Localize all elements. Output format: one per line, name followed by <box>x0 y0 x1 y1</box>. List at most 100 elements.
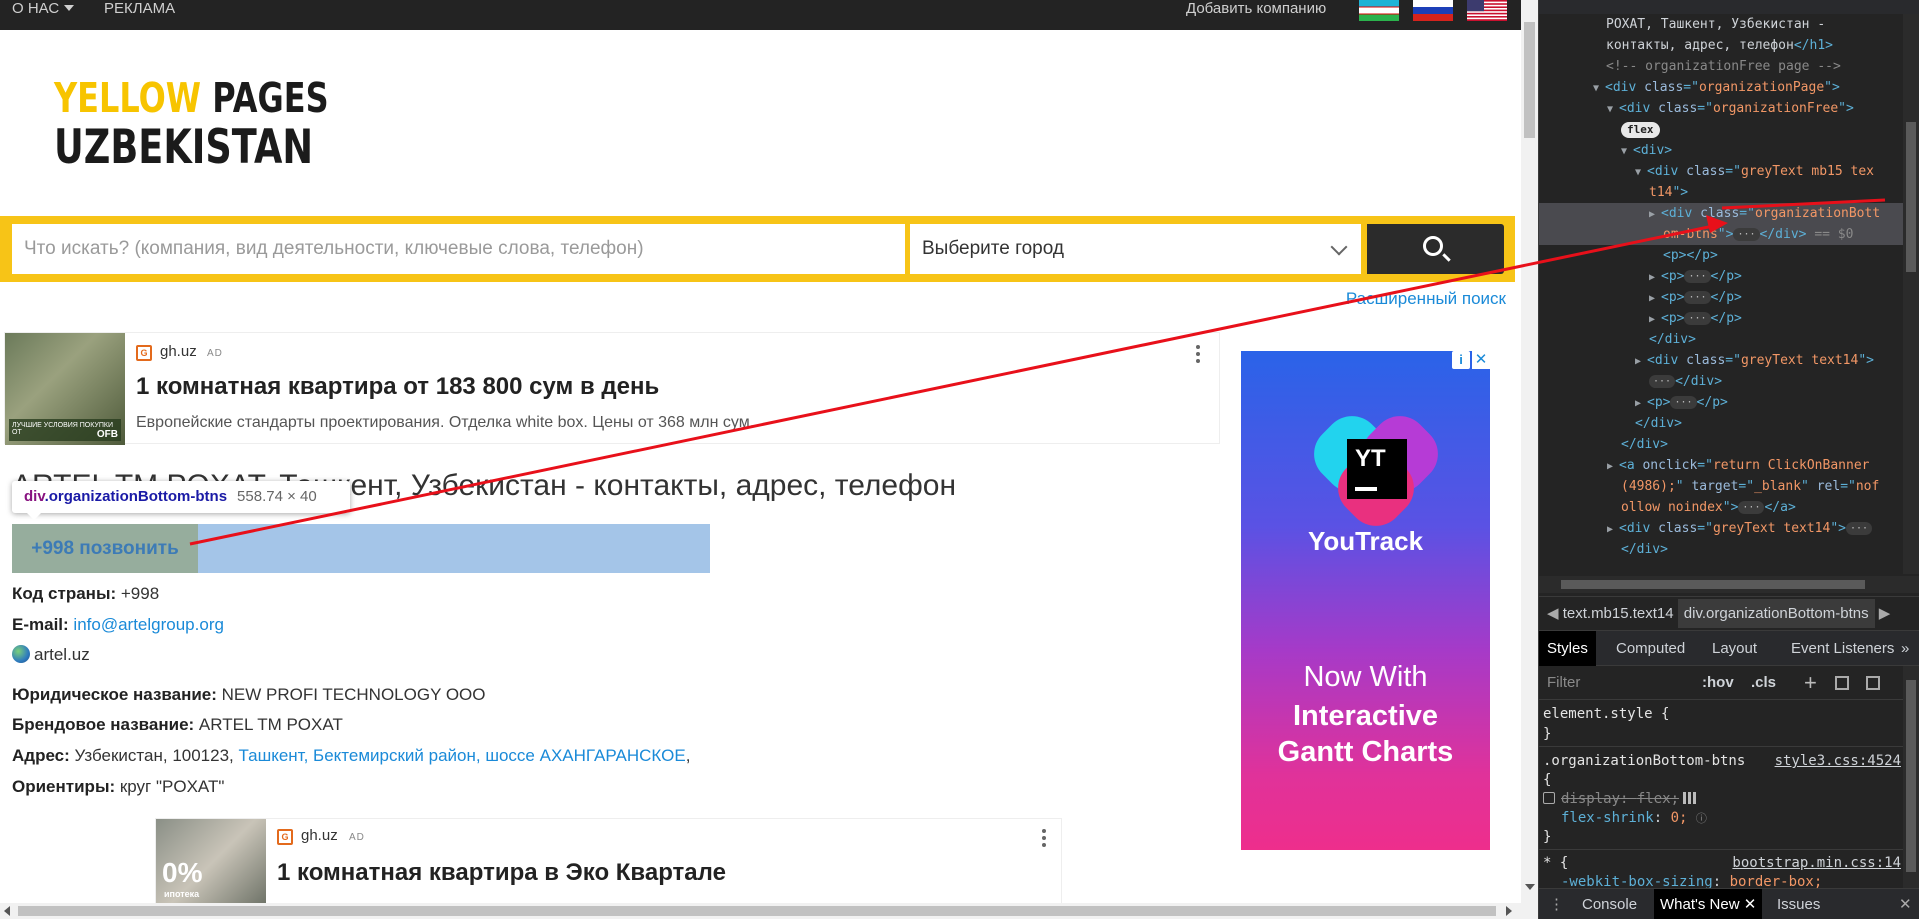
tab-computed[interactable]: Computed <box>1616 631 1685 667</box>
ad-menu-icon[interactable] <box>1196 345 1200 366</box>
site-logo[interactable]: YELLOW PAGES UZBEKISTAN <box>54 78 406 175</box>
close-icon[interactable]: ✕ <box>1744 896 1757 913</box>
drawer-tab-console[interactable]: Console <box>1582 889 1637 919</box>
nav-ads-link[interactable]: РЕКЛАМА <box>104 0 175 18</box>
city-select[interactable]: Выберите город <box>910 224 1361 274</box>
rule-selector: * { <box>1543 855 1569 871</box>
ad-domain: gh.uz <box>160 343 197 360</box>
tabs-overflow-icon[interactable]: » <box>1901 631 1909 667</box>
scroll-down-arrow-icon[interactable] <box>1525 884 1535 890</box>
hover-state-toggle[interactable]: :hov <box>1702 666 1734 700</box>
russia-flag-icon[interactable] <box>1413 0 1453 21</box>
country-code-row: Код страны: +998 <box>12 584 159 604</box>
advanced-search-link[interactable]: Расширенный поиск <box>1346 289 1506 309</box>
breadcrumb-right-arrow-icon[interactable]: ▶ <box>1879 605 1891 622</box>
styles-scrollbar[interactable] <box>1903 666 1919 888</box>
dom-attr-value: nof <box>1855 479 1880 494</box>
info-icon[interactable]: ⓘ <box>1696 812 1707 825</box>
drawer-close-icon[interactable]: ✕ <box>1899 889 1912 919</box>
top-navigation-bar: О НАС РЕКЛАМА Добавить компанию <box>0 0 1521 30</box>
usa-flag-icon[interactable] <box>1467 0 1507 21</box>
drawer-tab-whats-new[interactable]: What's New ✕ <box>1654 889 1763 919</box>
tab-layout[interactable]: Layout <box>1712 631 1757 667</box>
logo-pages-word: PAGES <box>212 74 329 122</box>
ad-tagline-2: Interactive Gantt Charts <box>1241 698 1490 770</box>
dom-tree-hscrollbar[interactable] <box>1539 576 1919 593</box>
page-horizontal-scrollbar[interactable] <box>0 903 1538 919</box>
devtools-toolbar <box>1539 0 1919 14</box>
breadcrumb-item-active[interactable]: div.organizationBottom-btns <box>1677 599 1875 628</box>
dom-selected-marker: == $0 <box>1814 227 1854 242</box>
css-property-name[interactable]: -webkit-box-sizing <box>1561 874 1713 888</box>
scroll-right-arrow-icon[interactable] <box>1506 906 1512 916</box>
email-link[interactable]: info@artelgroup.org <box>73 615 224 634</box>
page-vertical-scrollbar[interactable] <box>1521 0 1538 903</box>
dom-class-value: t14 <box>1649 185 1673 200</box>
search-icon <box>1423 236 1443 256</box>
ad-thumbnail-image: 0% ипотека <box>156 819 266 909</box>
dom-class-value: organizationPage <box>1698 80 1825 95</box>
bottom-ad-card[interactable]: 0% ипотека G gh.uz AD 1 комнатная кварти… <box>155 818 1062 909</box>
ad-description: Европейские стандарты проектирования. От… <box>136 414 755 431</box>
drawer-tab-whats-new-label: What's New <box>1660 896 1740 913</box>
drawer-tab-issues[interactable]: Issues <box>1777 889 1820 919</box>
nav-about-menu[interactable]: О НАС <box>12 0 75 18</box>
caret-down-icon <box>64 5 75 11</box>
dom-attr-value: _blank <box>1754 479 1802 494</box>
ad-menu-icon[interactable] <box>1042 829 1046 850</box>
search-input[interactable]: Что искать? (компания, вид деятельности,… <box>12 224 905 274</box>
tab-event-listeners[interactable]: Event Listeners <box>1791 631 1894 667</box>
selected-dom-node[interactable]: ▶ <div class="organizationBott <box>1539 203 1903 224</box>
tab-styles[interactable]: Styles <box>1539 631 1596 667</box>
address-suffix: , <box>685 746 691 765</box>
search-button[interactable] <box>1367 224 1504 274</box>
class-toggle[interactable]: .cls <box>1751 666 1776 700</box>
styles-rules-pane[interactable]: element.style { } .organizationBottom-bt… <box>1539 700 1903 888</box>
tooltip-tag: div <box>24 488 45 505</box>
dom-tree-scrollbar[interactable] <box>1903 14 1919 574</box>
drawer-menu-icon[interactable]: ⋮ <box>1549 889 1564 919</box>
css-property-name[interactable]: display <box>1561 791 1620 807</box>
css-property-name[interactable]: flex-shrink <box>1561 810 1654 826</box>
breadcrumb-item[interactable]: text.mb15.text14 <box>1563 605 1674 622</box>
country-code-label: Код страны: <box>12 584 117 603</box>
css-property-value[interactable]: 0; <box>1671 810 1688 826</box>
css-property-value[interactable]: flex; <box>1637 791 1679 807</box>
top-ad-card[interactable]: ЛУЧШИЕ УСЛОВИЯ ПОКУПКИ ОТ OFB G gh.uz AD… <box>4 332 1220 445</box>
uzbekistan-flag-icon[interactable] <box>1359 0 1399 21</box>
ad-close-icon[interactable]: ✕ <box>1472 351 1490 369</box>
rule-selector: .organizationBottom-btns <box>1543 753 1746 769</box>
address-district-link[interactable]: Бектемирский район, <box>313 746 481 765</box>
ad-title[interactable]: 1 комнатная квартира в Эко Квартале <box>277 859 726 887</box>
paint-brush-icon[interactable] <box>1835 676 1849 690</box>
ad-domain: gh.uz <box>301 827 338 844</box>
address-city-link[interactable]: Ташкент, <box>239 746 309 765</box>
flexbox-editor-icon[interactable] <box>1683 792 1698 804</box>
breadcrumb-left-arrow-icon[interactable]: ◀ <box>1547 605 1559 622</box>
landmarks-row: Ориентиры: круг "POXAT" <box>12 777 224 797</box>
property-checkbox[interactable] <box>1543 792 1555 804</box>
address-label: Адрес: <box>12 746 70 765</box>
styles-filter-input[interactable]: Filter <box>1547 666 1580 700</box>
ad-info-icon[interactable]: i <box>1452 351 1470 369</box>
address-street-link[interactable]: шоссе АХАНГАРАНСКОЕ <box>485 746 685 765</box>
website-link[interactable]: artel.uz <box>34 645 90 664</box>
rule-open-brace: { <box>1543 772 1552 788</box>
scroll-left-arrow-icon[interactable] <box>4 906 10 916</box>
rule-source-link[interactable]: style3.css:4524 <box>1775 753 1901 769</box>
logo-country-word: UZBEKISTAN <box>54 120 314 175</box>
add-company-link[interactable]: Добавить компанию <box>1186 0 1326 18</box>
country-code-value: +998 <box>120 584 160 603</box>
rule-source-link[interactable]: bootstrap.min.css:14 <box>1732 855 1901 871</box>
youtrack-side-ad[interactable]: i ✕ YT YouTrack Now With Interactive Gant… <box>1241 351 1490 850</box>
sidebar-toggle-icon[interactable] <box>1866 676 1880 690</box>
dom-text-line: POXAT, Ташкент, Узбекистан - <box>1606 17 1826 32</box>
dom-class-value: om-btns <box>1663 227 1718 242</box>
ad-title[interactable]: 1 комнатная квартира от 183 800 сум в де… <box>136 373 659 401</box>
add-rule-icon[interactable]: + <box>1804 670 1817 696</box>
css-property-value[interactable]: border-box; <box>1730 874 1823 888</box>
dom-class-value: greyText text14 <box>1740 353 1859 368</box>
elements-dom-tree[interactable]: POXAT, Ташкент, Узбекистан - контакты, а… <box>1539 14 1903 576</box>
call-button[interactable]: +998 позвонить <box>12 524 198 573</box>
flex-badge[interactable]: flex <box>1621 122 1660 138</box>
